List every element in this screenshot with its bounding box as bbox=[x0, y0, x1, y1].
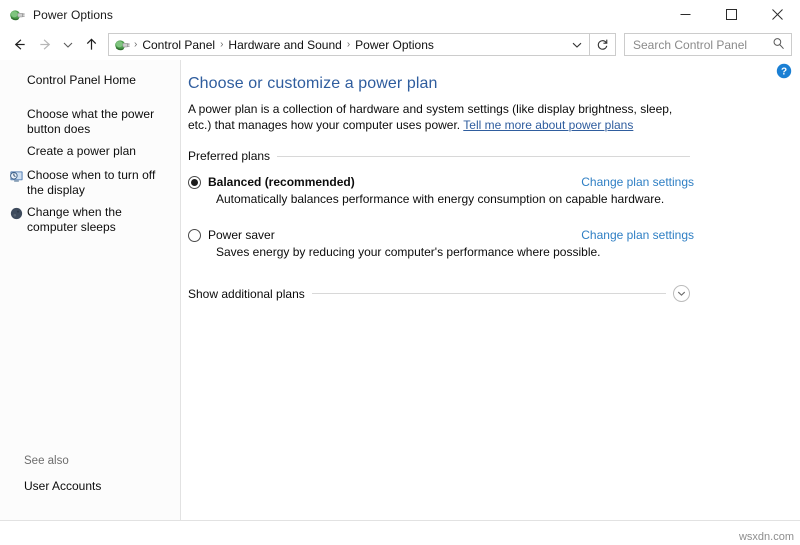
back-arrow-icon[interactable] bbox=[6, 32, 32, 58]
sidebar-item-label: Choose when to turn off the display bbox=[27, 168, 156, 197]
breadcrumb-item-control-panel[interactable]: Control Panel bbox=[139, 38, 218, 52]
sleep-moon-icon bbox=[8, 205, 24, 221]
spacer-icon bbox=[8, 144, 24, 160]
change-plan-settings-link-balanced[interactable]: Change plan settings bbox=[581, 175, 694, 189]
plan-top: Power saver Change plan settings bbox=[188, 228, 694, 242]
maximize-button[interactable] bbox=[708, 0, 754, 29]
horizontal-rule bbox=[311, 293, 666, 294]
sidebar-item-control-panel-home[interactable]: Control Panel Home bbox=[0, 73, 180, 89]
sidebar-item-computer-sleeps[interactable]: Change when the computer sleeps bbox=[0, 205, 180, 234]
see-also-section: See also User Accounts bbox=[0, 455, 180, 493]
svg-text:?: ? bbox=[781, 67, 787, 78]
tell-me-more-link[interactable]: Tell me more about power plans bbox=[463, 118, 633, 132]
breadcrumb-power-plug-icon bbox=[114, 37, 130, 53]
intro-paragraph: A power plan is a collection of hardware… bbox=[188, 101, 683, 133]
sidebar-item-label: Create a power plan bbox=[27, 144, 137, 158]
chevron-down-icon[interactable] bbox=[673, 285, 690, 302]
power-options-window: Power Options › Control Panel › Hardware… bbox=[0, 0, 800, 545]
plan-row-balanced[interactable]: Balanced (recommended) Change plan setti… bbox=[188, 175, 694, 206]
sidebar: Control Panel Home Choose what the power… bbox=[0, 60, 181, 520]
display-clock-icon bbox=[8, 168, 24, 184]
breadcrumb-separator: › bbox=[346, 39, 351, 50]
navigation-bar: › Control Panel › Hardware and Sound › P… bbox=[0, 29, 800, 60]
page-title: Choose or customize a power plan bbox=[188, 75, 438, 92]
close-button[interactable] bbox=[754, 0, 800, 29]
preferred-plans-label: Preferred plans bbox=[188, 149, 271, 163]
content-area: Control Panel Home Choose what the power… bbox=[0, 60, 800, 520]
status-bar: wsxdn.com bbox=[0, 520, 800, 545]
preferred-plans-header: Preferred plans bbox=[188, 149, 694, 163]
breadcrumb-item-power-options[interactable]: Power Options bbox=[352, 38, 437, 52]
chevron-down-icon[interactable] bbox=[567, 40, 587, 50]
radio-balanced[interactable] bbox=[188, 175, 201, 189]
breadcrumb-item-hardware-and-sound[interactable]: Hardware and Sound bbox=[225, 38, 344, 52]
plan-name: Power saver bbox=[208, 228, 275, 242]
sidebar-item-label: Change when the computer sleeps bbox=[27, 205, 122, 234]
power-plug-icon bbox=[9, 7, 25, 23]
breadcrumb-separator: › bbox=[134, 39, 138, 50]
breadcrumb-separator: › bbox=[220, 39, 224, 50]
show-additional-plans-label: Show additional plans bbox=[188, 286, 305, 301]
forward-arrow-icon bbox=[32, 32, 58, 58]
see-also-link-user-accounts[interactable]: User Accounts bbox=[24, 479, 180, 493]
sidebar-item-power-button-does[interactable]: Choose what the power button does bbox=[0, 107, 180, 136]
change-plan-settings-link-power-saver[interactable]: Change plan settings bbox=[581, 228, 694, 242]
main-pane: ? Choose or customize a power plan A pow… bbox=[181, 60, 800, 520]
show-additional-plans-row[interactable]: Show additional plans bbox=[188, 285, 694, 302]
help-icon[interactable]: ? bbox=[776, 63, 792, 79]
search-icon[interactable] bbox=[772, 37, 785, 53]
radio-power-saver[interactable] bbox=[188, 228, 201, 242]
title-bar-left: Power Options bbox=[0, 7, 113, 23]
horizontal-rule bbox=[277, 155, 690, 157]
up-arrow-icon[interactable] bbox=[78, 32, 104, 58]
breadcrumb[interactable]: › Control Panel › Hardware and Sound › P… bbox=[108, 33, 590, 56]
sidebar-item-label: Choose what the power button does bbox=[27, 107, 155, 136]
plan-description: Saves energy by reducing your computer's… bbox=[216, 245, 601, 259]
spacer-icon bbox=[8, 107, 24, 123]
plan-description: Automatically balances performance with … bbox=[216, 192, 665, 206]
main-inner: Choose or customize a power plan A power… bbox=[181, 75, 800, 302]
search-input[interactable]: Search Control Panel bbox=[624, 33, 792, 56]
sidebar-item-label: Control Panel Home bbox=[27, 73, 136, 87]
plan-top: Balanced (recommended) Change plan setti… bbox=[188, 175, 694, 189]
plan-gap bbox=[188, 210, 694, 228]
sidebar-item-create-a-power-plan[interactable]: Create a power plan bbox=[0, 144, 180, 160]
recent-locations-chevron-icon[interactable] bbox=[58, 32, 78, 58]
search-placeholder: Search Control Panel bbox=[633, 37, 748, 52]
see-also-title: See also bbox=[24, 455, 69, 467]
plan-row-power-saver[interactable]: Power saver Change plan settings Saves e… bbox=[188, 228, 694, 259]
minimize-button[interactable] bbox=[662, 0, 708, 29]
watermark: wsxdn.com bbox=[738, 531, 794, 543]
spacer-icon bbox=[8, 73, 24, 89]
window-title: Power Options bbox=[33, 7, 114, 22]
title-bar: Power Options bbox=[0, 0, 800, 29]
sidebar-item-turn-off-display[interactable]: Choose when to turn off the display bbox=[0, 168, 180, 197]
window-controls bbox=[662, 0, 800, 29]
refresh-icon[interactable] bbox=[590, 33, 616, 56]
plan-name: Balanced (recommended) bbox=[208, 175, 355, 189]
